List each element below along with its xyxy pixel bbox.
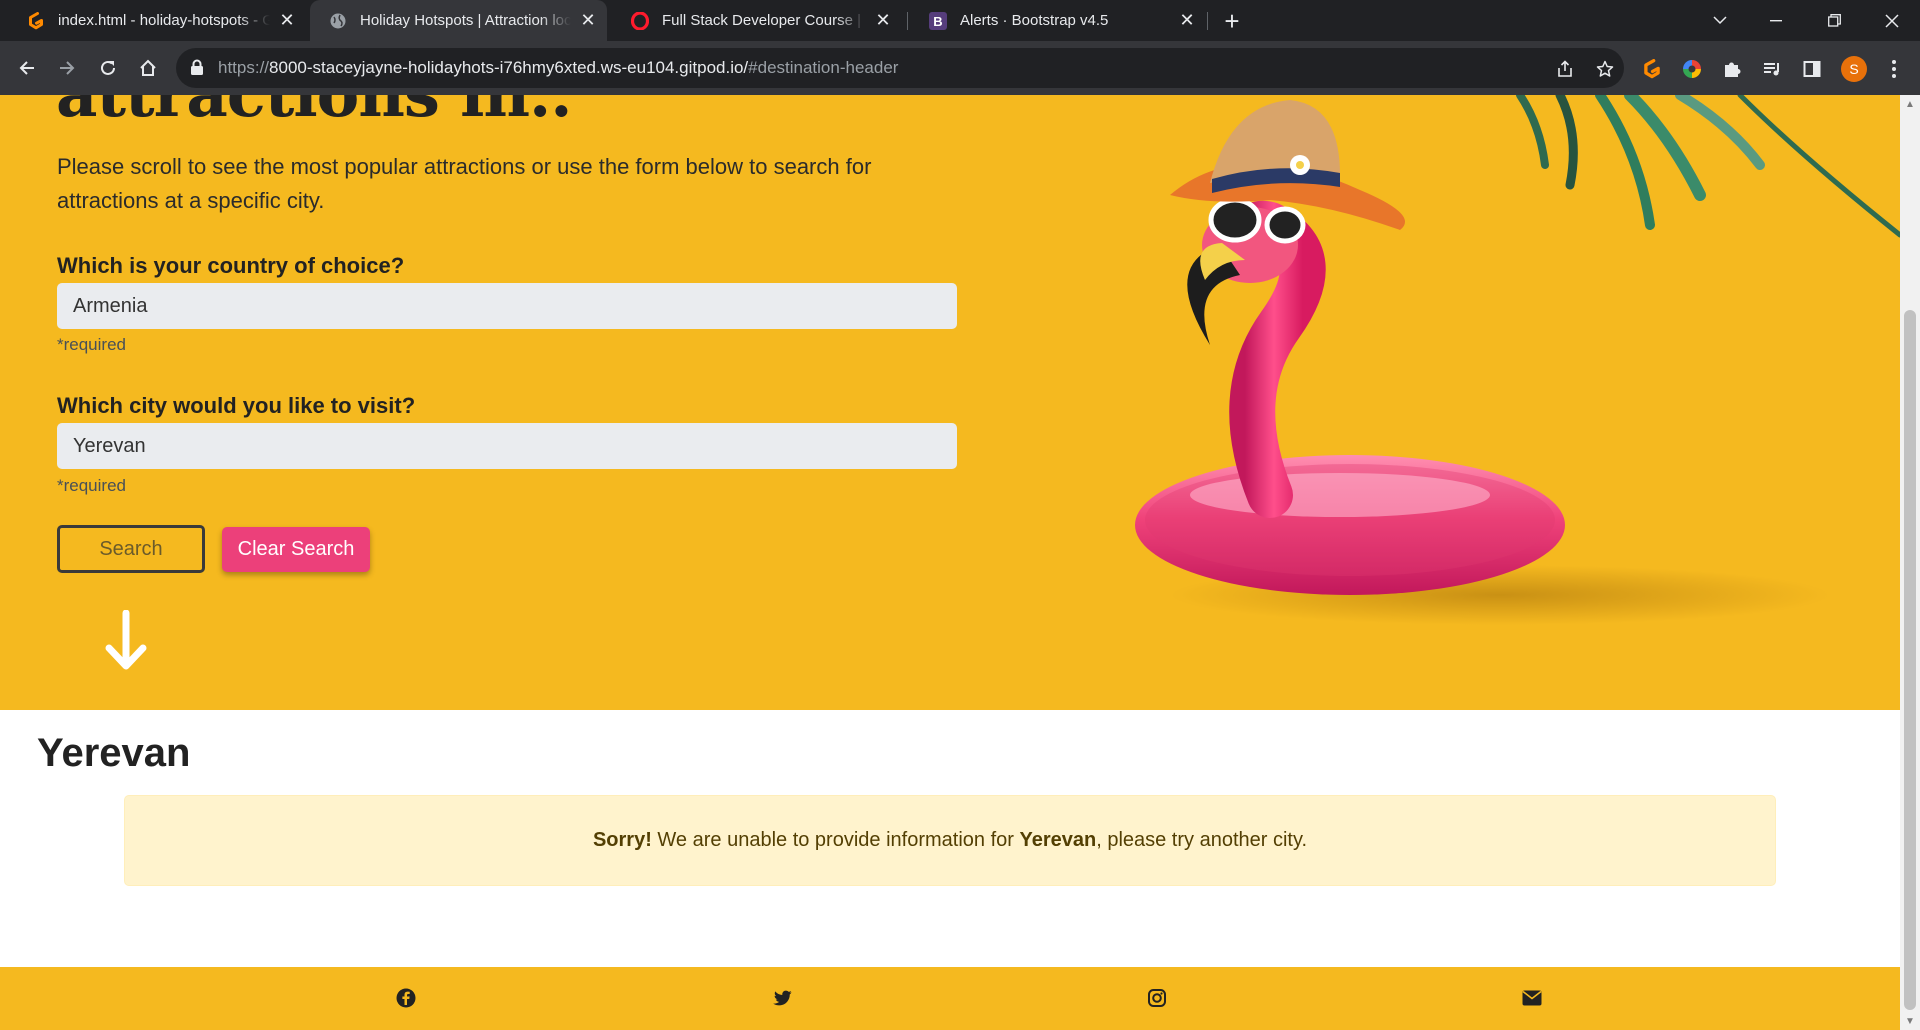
flamingo-float-illustration (1135, 95, 1900, 625)
bootstrap-icon: B (928, 11, 948, 31)
envelope-icon[interactable] (1520, 986, 1544, 1010)
share-icon[interactable] (1554, 58, 1576, 80)
close-icon[interactable]: ✕ (872, 10, 894, 32)
twitter-icon[interactable] (770, 986, 794, 1010)
new-tab-button[interactable]: + (1218, 6, 1246, 36)
tab-title: Alerts · Bootstrap v4.5 (960, 12, 1109, 29)
tab-search-button[interactable] (1692, 0, 1748, 41)
scroll-down-arrow-icon[interactable]: ▼ (1904, 1015, 1916, 1027)
profile-avatar[interactable]: S (1841, 56, 1867, 82)
minimize-icon (1770, 19, 1782, 21)
scroll-up-arrow-icon[interactable]: ▲ (1904, 98, 1916, 110)
alert-middle: We are unable to provide information for (651, 829, 1020, 851)
country-label: Which is your country of choice? (57, 253, 405, 278)
warning-alert: Sorry! We are unable to provide informat… (124, 795, 1776, 886)
country-required-note: *required (57, 335, 126, 354)
tab-separator (907, 12, 908, 30)
opera-icon (630, 11, 650, 31)
browser-tab-bar: index.html - holiday-hotspots - Gitpod C… (0, 0, 1920, 41)
reload-icon (101, 60, 115, 75)
url-text: https://8000-staceyjayne-holidayhots-i76… (218, 58, 898, 78)
minimize-button[interactable] (1748, 0, 1804, 41)
hero-intro-text: Please scroll to see the most popular at… (57, 154, 872, 213)
tab-separator (1207, 12, 1208, 30)
facebook-icon[interactable] (394, 986, 418, 1010)
clear-search-button[interactable]: Clear Search (222, 527, 370, 572)
alert-suffix: , please try another city. (1096, 829, 1308, 851)
gitpod-icon (26, 11, 46, 31)
destination-header: attractions in.. Please scroll to see th… (0, 95, 1900, 710)
page-viewport: attractions in.. Please scroll to see th… (0, 95, 1900, 1030)
tab-title: Full Stack Developer Course | Full Stack (662, 12, 866, 29)
search-button[interactable]: Search (57, 525, 205, 573)
chevron-down-icon (1713, 16, 1727, 25)
tab-title: index.html - holiday-hotspots - Gitpod C… (58, 12, 270, 29)
globe-icon (328, 11, 348, 31)
url-host: 8000-staceyjayne-holidayhots-i76hmy6xted… (269, 58, 749, 77)
close-icon (1885, 13, 1899, 28)
star-icon[interactable] (1594, 58, 1616, 80)
restore-icon (1827, 14, 1841, 27)
hero-heading: attractions in.. (56, 95, 573, 132)
city-input[interactable] (57, 423, 957, 469)
arrow-down-icon[interactable] (104, 609, 148, 677)
page-scrollbar[interactable]: ▲ ▼ (1900, 95, 1920, 1030)
restore-button[interactable] (1806, 0, 1862, 41)
forward-button[interactable] (51, 52, 83, 84)
close-window-button[interactable] (1864, 0, 1920, 41)
city-label: Which city would you like to visit? (57, 393, 416, 418)
alert-city: Yerevan (1019, 829, 1097, 851)
scrollbar-thumb[interactable] (1904, 310, 1916, 1010)
url-scheme: https:// (218, 58, 270, 77)
media-queue-icon[interactable] (1760, 57, 1784, 81)
puzzle-icon[interactable] (1720, 57, 1744, 81)
arrow-left-icon (19, 61, 34, 75)
instagram-icon[interactable] (1145, 986, 1169, 1010)
reload-button[interactable] (92, 52, 124, 84)
browser-toolbar: https://8000-staceyjayne-holidayhots-i76… (0, 41, 1920, 95)
city-title: Yerevan (37, 731, 191, 775)
url-fragment: #destination-header (748, 58, 899, 77)
back-button[interactable] (11, 52, 43, 84)
close-icon[interactable]: ✕ (1176, 10, 1198, 32)
home-icon (140, 59, 156, 76)
side-panel-icon[interactable] (1800, 57, 1824, 81)
kebab-menu-icon[interactable] (1882, 57, 1906, 81)
page-footer (0, 967, 1900, 1030)
alert-prefix: Sorry! (592, 829, 652, 851)
color-picker-extension-icon[interactable] (1680, 57, 1704, 81)
address-bar[interactable]: https://8000-staceyjayne-holidayhots-i76… (176, 48, 1624, 88)
tab-holiday-hotspots[interactable]: Holiday Hotspots | Attraction locator ✕ (310, 0, 607, 41)
city-required-note: *required (57, 476, 126, 495)
close-icon[interactable]: ✕ (577, 10, 599, 32)
country-input[interactable] (57, 283, 957, 329)
alert-text: Sorry! We are unable to provide informat… (593, 829, 1307, 852)
tab-full-stack-course[interactable]: Full Stack Developer Course | Full Stack… (612, 0, 902, 41)
home-button[interactable] (132, 52, 164, 84)
tab-title: Holiday Hotspots | Attraction locator (360, 12, 571, 29)
close-icon[interactable]: ✕ (276, 10, 298, 32)
tab-gitpod[interactable]: index.html - holiday-hotspots - Gitpod C… (8, 0, 306, 41)
tab-bootstrap-alerts[interactable]: B Alerts · Bootstrap v4.5 ✕ (910, 0, 1206, 41)
gitpod-extension-icon[interactable] (1640, 57, 1664, 81)
arrow-right-icon (60, 61, 75, 75)
lock-icon[interactable] (190, 59, 204, 81)
svg-text:B: B (933, 14, 942, 29)
